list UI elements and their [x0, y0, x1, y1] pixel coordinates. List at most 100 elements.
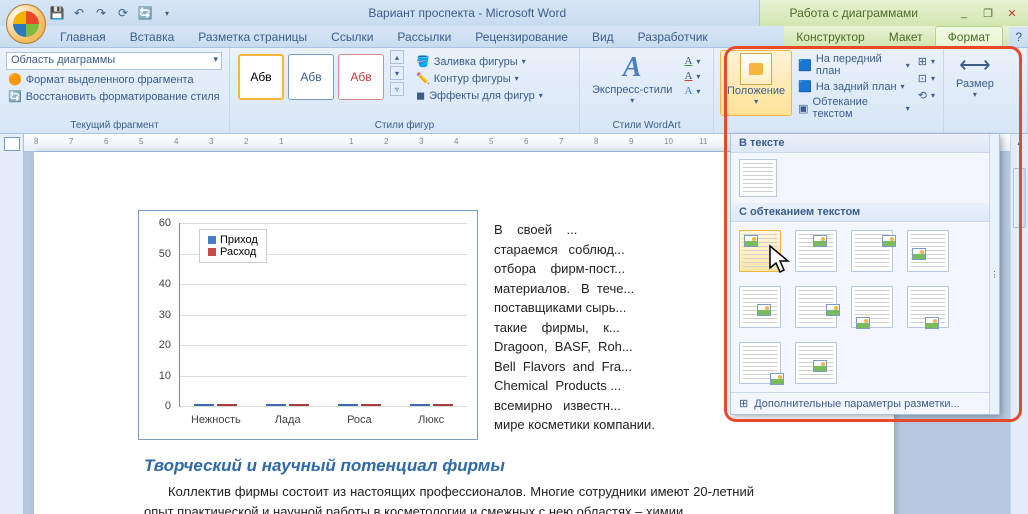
title-bar: 💾 ↶ ↷ ⟳ 🔄 ▾ Вариант проспекта - Microsof…: [0, 0, 1028, 26]
qat-customize-icon[interactable]: ▾: [158, 4, 176, 22]
size-icon: ⟷: [959, 52, 991, 78]
text-effects-button[interactable]: A▾: [682, 84, 702, 98]
embedded-chart[interactable]: 0102030405060НежностьЛадаРосаЛюксПриходР…: [138, 210, 478, 440]
scroll-up-icon[interactable]: ▴: [1011, 134, 1028, 150]
chart-bar: [338, 404, 358, 406]
close-button[interactable]: ✕: [1004, 6, 1020, 20]
view-ruler-icon[interactable]: [4, 137, 20, 151]
quick-styles-button[interactable]: A Экспресс-стили ▾: [586, 50, 678, 116]
bring-front-icon: 🟦: [798, 59, 812, 72]
format-selection-button[interactable]: 🟠Формат выделенного фрагмента: [6, 72, 196, 87]
chart-x-label: Роса: [329, 414, 389, 426]
gallery-drag-handle[interactable]: ⋮: [989, 134, 999, 414]
quick-access-toolbar: 💾 ↶ ↷ ⟳ 🔄 ▾: [48, 4, 176, 22]
chart-x-label: Нежность: [186, 414, 246, 426]
text-effects-icon: A: [684, 85, 692, 97]
text-fill-icon: A: [684, 55, 692, 67]
align-button[interactable]: ⊞▾: [916, 54, 937, 69]
send-back-button[interactable]: 🟦На задний план▾: [796, 79, 912, 94]
chart-bar: [410, 404, 430, 406]
chart-x-label: Люкс: [401, 414, 461, 426]
chart-bar: [194, 404, 214, 406]
position-wrap-option-1[interactable]: [739, 230, 781, 272]
tab-developer[interactable]: Разработчик: [626, 27, 720, 47]
ruler-tick: 1: [349, 137, 353, 146]
tab-home[interactable]: Главная: [48, 27, 118, 47]
shape-fill-button[interactable]: 🪣Заливка фигуры▾: [414, 54, 545, 69]
ruler-tick: 8: [594, 137, 598, 146]
ruler-tick: 9: [629, 137, 633, 146]
maximize-button[interactable]: ❐: [980, 6, 996, 20]
shape-style-3[interactable]: Абв: [338, 54, 384, 100]
tab-insert[interactable]: Вставка: [118, 27, 187, 47]
ruler-tick: 11: [699, 137, 707, 146]
style-prev-icon[interactable]: ▴: [390, 50, 404, 64]
chart-bar: [361, 404, 381, 406]
group-label-shape-styles: Стили фигур: [230, 119, 579, 132]
ruler-tick: 5: [139, 137, 143, 146]
qat-refresh-icon[interactable]: 🔄: [136, 4, 154, 22]
group-button[interactable]: ⊡▾: [916, 71, 937, 86]
shape-style-2[interactable]: Абв: [288, 54, 334, 100]
chart-y-tick: 60: [159, 217, 171, 229]
ruler-tick: 4: [174, 137, 178, 146]
text-outline-button[interactable]: A▾: [682, 69, 702, 83]
tab-design[interactable]: Конструктор: [784, 27, 876, 47]
position-wrap-option-5[interactable]: [739, 286, 781, 328]
size-button[interactable]: ⟷ Размер ▾: [950, 50, 1000, 116]
tab-references[interactable]: Ссылки: [319, 27, 385, 47]
text-fill-button[interactable]: A▾: [682, 54, 702, 68]
contextual-tab-title: Работа с диаграммами: [759, 0, 949, 26]
chart-element-combo[interactable]: Область диаграммы: [6, 52, 222, 70]
shape-effects-button[interactable]: ◼Эффекты для фигур▾: [414, 88, 545, 103]
position-gallery-dropdown: В тексте С обтеканием текстом ⊞ Дополнит…: [730, 134, 1000, 415]
position-wrap-option-3[interactable]: [851, 230, 893, 272]
more-layout-options[interactable]: ⊞ Дополнительные параметры разметки...: [731, 392, 999, 414]
vertical-scrollbar[interactable]: ▴: [1010, 134, 1028, 514]
chart-bar: [433, 404, 453, 406]
position-wrap-option-7[interactable]: [851, 286, 893, 328]
scroll-thumb[interactable]: [1013, 168, 1026, 228]
position-button[interactable]: Положение ▾: [720, 50, 792, 116]
position-wrap-option-9[interactable]: [739, 342, 781, 384]
style-more-icon[interactable]: ▿: [390, 82, 404, 96]
text-wrap-icon: ▣: [798, 102, 808, 115]
qat-undo-icon[interactable]: ↶: [70, 4, 88, 22]
position-wrap-option-10[interactable]: [795, 342, 837, 384]
chart-y-tick: 40: [159, 278, 171, 290]
position-wrap-option-8[interactable]: [907, 286, 949, 328]
tab-mailings[interactable]: Рассылки: [385, 27, 463, 47]
qat-repeat-icon[interactable]: ⟳: [114, 4, 132, 22]
position-wrap-option-2[interactable]: [795, 230, 837, 272]
ruler-tick: 7: [559, 137, 563, 146]
minimize-button[interactable]: _: [956, 6, 972, 20]
office-button[interactable]: [6, 4, 46, 44]
tab-layout[interactable]: Макет: [877, 27, 935, 47]
shape-outline-button[interactable]: ✏️Контур фигуры▾: [414, 71, 545, 86]
tab-view[interactable]: Вид: [580, 27, 626, 47]
ruler-tick: 5: [489, 137, 493, 146]
send-back-icon: 🟦: [798, 80, 812, 93]
position-wrap-option-6[interactable]: [795, 286, 837, 328]
text-wrap-button[interactable]: ▣Обтекание текстом▾: [796, 95, 912, 121]
rotate-button[interactable]: ⟲▾: [916, 88, 937, 103]
shape-style-1[interactable]: Абв: [238, 54, 284, 100]
tab-format[interactable]: Формат: [935, 26, 1004, 47]
tab-review[interactable]: Рецензирование: [463, 27, 580, 47]
format-selection-icon: 🟠: [8, 73, 22, 86]
group-label-current: Текущий фрагмент: [0, 119, 229, 132]
chart-y-tick: 0: [165, 400, 171, 412]
position-wrap-option-4[interactable]: [907, 230, 949, 272]
tab-page-layout[interactable]: Разметка страницы: [186, 27, 319, 47]
style-next-icon[interactable]: ▾: [390, 66, 404, 80]
qat-redo-icon[interactable]: ↷: [92, 4, 110, 22]
reset-style-button[interactable]: 🔄Восстановить форматирование стиля: [6, 89, 222, 104]
help-button[interactable]: ?: [1009, 27, 1028, 47]
body-paragraph-1: В своей ...стараемся соблюд...отбора фир…: [494, 220, 754, 435]
position-inline-option[interactable]: [739, 159, 777, 197]
ruler-tick: 4: [454, 137, 458, 146]
qat-save-icon[interactable]: 💾: [48, 4, 66, 22]
ruler-tick: 10: [664, 137, 673, 146]
chart-y-tick: 20: [159, 339, 171, 351]
bring-front-button[interactable]: 🟦На передний план▾: [796, 52, 912, 78]
